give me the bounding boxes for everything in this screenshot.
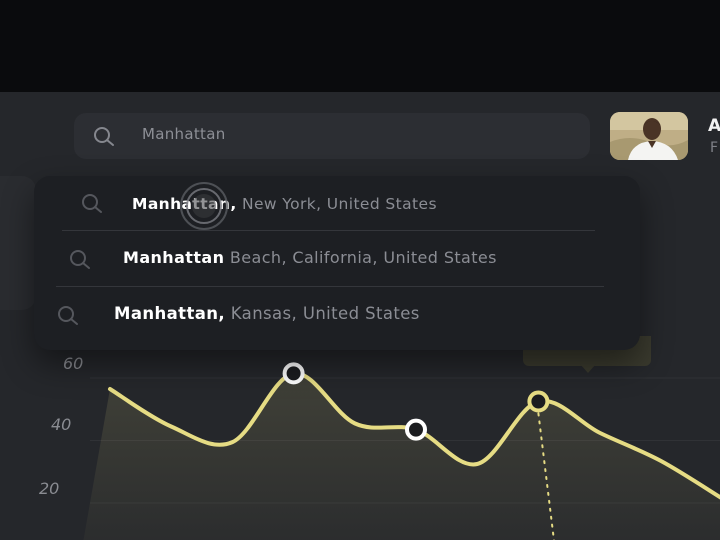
- suggestion-label: Manhattan, Kansas, United States: [114, 304, 420, 323]
- divider: [62, 230, 595, 231]
- search-bar[interactable]: Manhattan: [74, 113, 590, 159]
- suggestion-rest: Beach, California, United States: [224, 248, 497, 267]
- suggestion-label: Manhattan Beach, California, United Stat…: [123, 248, 497, 267]
- y-tick-label: 60: [63, 354, 84, 373]
- side-card: [0, 176, 36, 310]
- suggestion-item[interactable]: Manhattan, Kansas, United States: [34, 288, 640, 342]
- divider: [56, 286, 604, 287]
- search-icon: [92, 125, 116, 147]
- profile-subtitle: F: [710, 140, 719, 156]
- suggestion-rest: Kansas, United States: [225, 304, 420, 323]
- suggestion-label: Manhattan, New York, United States: [132, 195, 437, 213]
- y-tick-label: 40: [51, 415, 72, 434]
- suggestion-match: Manhattan: [123, 248, 225, 267]
- search-input[interactable]: Manhattan: [142, 125, 226, 143]
- search-suggestions-dropdown: Manhattan, New York, United States Manha…: [34, 176, 640, 350]
- user-profile[interactable]: A F: [610, 112, 720, 162]
- avatar[interactable]: [610, 112, 688, 160]
- y-tick-label: 20: [39, 479, 60, 498]
- chart-area-fill: [83, 373, 720, 540]
- search-icon: [80, 192, 104, 214]
- suggestion-item[interactable]: Manhattan, New York, United States: [34, 176, 640, 230]
- suggestion-match: Manhattan,: [132, 195, 237, 213]
- profile-name: A: [708, 116, 720, 136]
- chart-point[interactable]: [282, 362, 305, 385]
- suggestion-rest: New York, United States: [236, 195, 437, 213]
- suggestion-item[interactable]: Manhattan Beach, California, United Stat…: [34, 232, 640, 286]
- search-icon: [68, 248, 92, 270]
- search-icon: [56, 304, 80, 326]
- chart-point[interactable]: [405, 418, 427, 441]
- suggestion-match: Manhattan,: [114, 304, 226, 323]
- chart-point[interactable]: [527, 390, 550, 413]
- chart-tooltip-pointer: [580, 364, 596, 373]
- app-window: 60 40 20 Manhattan A F Manhattan, New Yo…: [0, 0, 720, 540]
